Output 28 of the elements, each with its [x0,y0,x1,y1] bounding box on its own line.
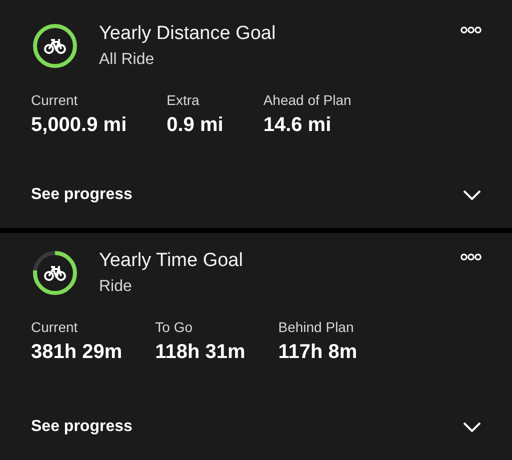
see-progress-link[interactable]: See progress [31,418,132,436]
expand-button[interactable] [462,189,482,201]
progress-ring [31,22,79,70]
stat-label: Ahead of Plan [263,92,352,108]
stat-label: Behind Plan [278,319,355,335]
goal-subtitle: All Ride [99,51,156,69]
stat-value: 381h 29m [31,341,122,364]
stat-value: 118h 31m [155,341,246,364]
goal-title: Yearly Distance Goal [99,23,277,45]
stat-label: Extra [166,92,200,108]
stat-value: 5,000.9 mi [31,114,127,137]
chevron-icon [462,421,482,433]
more-button[interactable] [460,26,482,34]
stat-label: To Go [155,319,194,335]
stat-label: Current [31,319,79,335]
progress-ring [31,249,79,297]
more-icon [460,26,482,34]
stat-label: Current [31,92,79,108]
chevron-icon [462,189,482,201]
stat-value: 14.6 mi [263,114,332,137]
goal-subtitle: Ride [99,278,133,296]
see-progress-link[interactable]: See progress [31,186,132,204]
more-icon [460,253,482,261]
goal-title: Yearly Time Goal [99,250,244,272]
more-button[interactable] [460,253,482,261]
expand-button[interactable] [462,421,482,433]
stat-value: 117h 8m [278,341,358,364]
stat-value: 0.9 mi [166,114,224,137]
